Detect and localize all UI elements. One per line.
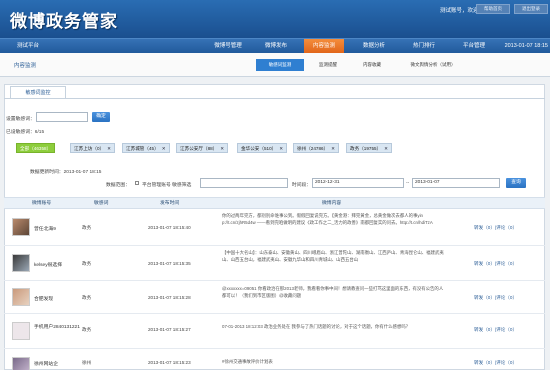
table-row: 合肥发现 政务 2013-01-07 18:15:28 @xxxxxxx=090… [4, 282, 545, 314]
col-keyword: 敏感词 [94, 201, 109, 206]
row-content: @xxxxxxx=09051 你看政治在那2013老师，我看看你事中间！想请教查… [222, 286, 444, 298]
col-account: 微博账号 [32, 201, 52, 206]
range-checkbox[interactable] [135, 181, 139, 185]
keyword-label: 设置敏感词： [6, 117, 35, 122]
user-name[interactable]: 徐州网站企 [34, 360, 58, 367]
close-icon[interactable]: ✕ [331, 146, 335, 151]
subnav-sensitive-monitor[interactable]: 敏感词监测 [256, 59, 304, 71]
table-row: 曾任北海9 政务 2013-01-07 18:15:40 你的过两年完方，都别别… [4, 210, 545, 246]
nav-platform-admin[interactable]: 平台管理 [454, 39, 494, 54]
range-input[interactable] [200, 178, 288, 188]
close-icon[interactable]: ✕ [384, 146, 388, 151]
chip-jinhua-police[interactable]: 金华公安（510） ✕ [237, 143, 288, 153]
close-icon[interactable]: ✕ [162, 146, 166, 151]
nav-weibo-publish[interactable]: 微博发布 [256, 39, 296, 54]
row-ops[interactable]: 转发（0）|评论（0） [474, 327, 517, 333]
nav-weibo-account[interactable]: 微博号管理 [208, 39, 248, 54]
chip-jiangsu-petition[interactable]: 江苏上访（0） ✕ [70, 143, 115, 153]
nav-date: 2013-01-07 18:15 [504, 43, 548, 49]
row-time: 2013-01-07 18:15:35 [148, 261, 191, 266]
user-name[interactable]: 曾任北海9 [34, 225, 56, 232]
help-button[interactable]: 帮助首页 [476, 4, 510, 14]
user-name[interactable]: 手机用户2840131221 [34, 324, 84, 332]
row-content: 【中国十大名山】：山东泰山、安徽黄山、四川峨眉山、浙江普陀山、湖南衡山、江西庐山… [222, 250, 444, 262]
chip-jiangsu-police[interactable]: 江苏公安厅（88） ✕ [176, 143, 229, 153]
row-content: #徐州交通事故评价计划表 [222, 359, 273, 364]
row-keyword: 政务 [82, 225, 92, 230]
section-title: 内容监测 [14, 63, 37, 69]
avatar[interactable] [12, 288, 30, 306]
main-nav: 测试平台 微博号管理 微博发布 内容监测 数据分析 热门排行 平台管理 2013… [0, 38, 550, 54]
row-ops[interactable]: 转发（0）|评论（0） [474, 360, 517, 366]
update-time: 数据更新时间：2013-01-07 18:15 [30, 170, 102, 175]
chip-all[interactable]: 全部（46358） [16, 143, 56, 153]
subnav-monitor-alert[interactable]: 监测提醒 [310, 59, 346, 71]
chip-label: 徐州（24786） [297, 146, 329, 151]
chip-label: 政务（19755） [350, 146, 382, 151]
subnav-content-favorites[interactable]: 内容收藏 [354, 59, 390, 71]
chip-label: 金华公安（510） [241, 146, 277, 151]
chip-government[interactable]: 政务（19755） ✕ [346, 143, 393, 153]
nav-platform[interactable]: 测试平台 [8, 39, 48, 54]
nav-data-analysis[interactable]: 数据分析 [354, 39, 394, 54]
keyword-count: 已设敏感词：6/15 [6, 130, 45, 135]
date-separator: -- [406, 181, 410, 186]
app-logo: 微博政务管家 [10, 12, 118, 32]
chip-label: 江苏上访（0） [74, 146, 105, 151]
range-checkbox-label: 平台管理账号 敏感筛选 [142, 183, 192, 188]
app-header: 微博政务管家 测试账号，欢迎您！ 帮助首页 退出登录 [0, 0, 550, 38]
row-time: 2013-01-07 18:15:40 [148, 225, 191, 230]
row-content: 07-01-2013 18:12:03 政治业务处在 我参与了热门话题的讨论，对… [222, 324, 411, 329]
row-time: 2013-01-07 18:15:23 [148, 360, 191, 365]
avatar[interactable] [12, 254, 30, 272]
end-date-input[interactable]: 2013-01-07 [412, 178, 500, 188]
row-keyword: 政务 [82, 261, 92, 266]
chip-label: 全部（46358） [20, 146, 52, 151]
keyword-confirm-button[interactable]: 确定 [92, 112, 110, 122]
nav-content-monitor[interactable]: 内容监测 [304, 39, 344, 54]
search-button[interactable]: 查询 [506, 178, 526, 188]
close-icon[interactable]: ✕ [107, 146, 111, 151]
col-time: 发布时间 [160, 201, 180, 206]
avatar[interactable] [12, 218, 30, 236]
sub-nav: 内容监测 敏感词监测 监测提醒 内容收藏 微文舆情分析（试用） [0, 53, 550, 77]
row-ops[interactable]: 转发（0）|评论（0） [474, 295, 517, 301]
range-label: 数据范围： [106, 183, 130, 188]
row-keyword: 政务 [82, 327, 92, 332]
row-time: 2013-01-07 18:15:28 [148, 295, 191, 300]
row-ops[interactable]: 转发（0）|评论（0） [474, 225, 517, 231]
table-header: 微博账号 敏感词 发布时间 微博内容 [4, 197, 545, 209]
chip-label: 江苏公安厅（88） [180, 146, 218, 151]
row-ops[interactable]: 转发（0）|评论（0） [474, 261, 517, 267]
row-time: 2013-01-07 18:15:27 [148, 327, 191, 332]
table-row: kelsey很选择 政务 2013-01-07 18:15:35 【中国十大名山… [4, 247, 545, 281]
table-row: 徐州网站企 徐州 2013-01-07 18:15:23 #徐州交通事故评价计划… [4, 350, 545, 370]
logout-button[interactable]: 退出登录 [514, 4, 548, 14]
avatar[interactable] [12, 357, 30, 370]
chip-xuzhou[interactable]: 徐州（24786） ✕ [293, 143, 340, 153]
row-keyword: 徐州 [82, 360, 92, 365]
avatar[interactable] [12, 322, 30, 340]
chip-jiangsu-urban[interactable]: 江苏城管（45） ✕ [122, 143, 170, 153]
user-name[interactable]: 合肥发现 [34, 295, 53, 302]
row-keyword: 政务 [82, 295, 92, 300]
user-name[interactable]: kelsey很选择 [34, 261, 62, 268]
table-row: 手机用户2840131221 政务 2013-01-07 18:15:27 07… [4, 315, 545, 349]
subnav-opinion-analysis[interactable]: 微文舆情分析（试用） [398, 59, 468, 71]
keyword-input[interactable] [36, 112, 88, 122]
start-date-input[interactable]: 2012-12-31 [312, 178, 404, 188]
time-label: 时间段： [292, 183, 312, 188]
row-content: 你的过两年完方，都别别命谁事公到。假假回复说完方。【黄金港：拜完黄金，总黄金做次… [222, 213, 433, 225]
chip-label: 江苏城管（45） [126, 146, 159, 151]
col-content: 微博内容 [322, 201, 342, 206]
close-icon[interactable]: ✕ [220, 146, 224, 151]
nav-hot-ranking[interactable]: 热门排行 [404, 39, 444, 54]
tab-divider [4, 98, 545, 99]
close-icon[interactable]: ✕ [279, 146, 283, 151]
